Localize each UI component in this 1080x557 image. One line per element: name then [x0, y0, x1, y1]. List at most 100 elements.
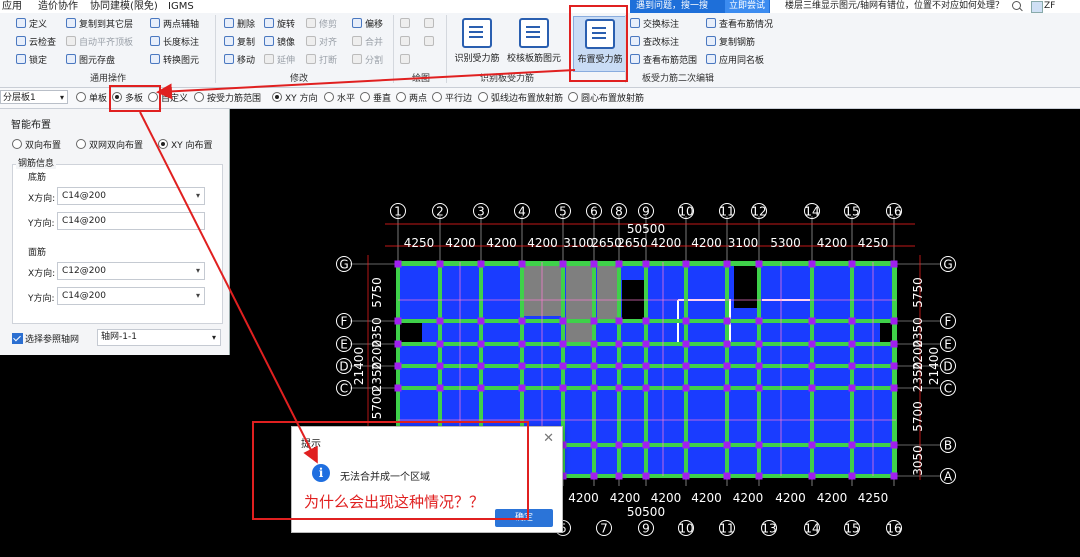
define-button[interactable]: 定义 — [16, 18, 47, 31]
view-rebar-layout-button[interactable]: 查看布筋情况 — [706, 18, 773, 31]
column-node — [682, 317, 690, 325]
dialog-title: 提示 — [301, 439, 321, 450]
top-y-field[interactable]: C14@200 ▾ — [57, 287, 205, 305]
mode-double-net[interactable]: 双网双向布置 — [76, 138, 143, 151]
auto-flush-slab-button[interactable]: 自动平齐顶板 — [66, 36, 133, 49]
column-node — [394, 340, 402, 348]
reference-axis-select[interactable]: 轴网-1-1 — [97, 329, 221, 346]
menu-igms[interactable]: IGMS — [168, 0, 194, 13]
option-parallel-edge[interactable]: 平行边 — [432, 92, 472, 105]
draw-line-button[interactable] — [400, 36, 413, 49]
mirror-button[interactable]: 镜像 — [264, 36, 295, 49]
column-node — [615, 362, 623, 370]
copy-button[interactable]: 复制 — [224, 36, 255, 49]
top-dim: 3100 — [563, 236, 594, 250]
copy-rebar-icon — [706, 36, 716, 46]
lock-button[interactable]: 锁定 — [16, 54, 47, 67]
try-now-button[interactable]: 立即尝试 — [725, 0, 770, 13]
save-element-button[interactable]: 图元存盘 — [66, 54, 115, 67]
check-slab-rebar-button[interactable]: 校核板筋图元 — [505, 16, 563, 64]
right-axis-C-label: C — [944, 382, 952, 396]
extend-button[interactable]: 延伸 — [264, 54, 295, 67]
option-multi-slab[interactable]: 多板 — [112, 92, 143, 105]
column-node — [848, 441, 856, 449]
chevron-down-icon: ▾ — [195, 191, 200, 200]
swap-icon — [630, 18, 640, 28]
swap-label-button[interactable]: 交换标注 — [630, 18, 679, 31]
option-center-radial[interactable]: 圆心布置放射筋 — [568, 92, 644, 105]
apply-same-slab-button[interactable]: 应用同名板 — [706, 54, 764, 67]
mirror-icon — [264, 36, 274, 46]
cloud-check-button[interactable]: 云检查 — [16, 36, 56, 49]
layer-select[interactable]: 分层板1 — [0, 90, 68, 105]
right-dim: 5700 — [911, 401, 925, 432]
break-button[interactable]: 打断 — [306, 54, 337, 67]
bottom-y-field[interactable]: C14@200 — [57, 212, 205, 230]
identify-rebar-button[interactable]: 识别受力筋 — [452, 16, 502, 64]
option-by-rebar-range[interactable]: 按受力筋范围 — [194, 92, 261, 105]
search-icon[interactable] — [1012, 1, 1021, 10]
bottom-axis-10-label: 10 — [678, 522, 693, 536]
reference-axis-label: 选择参照轴网 — [25, 335, 80, 345]
option-xy-direction[interactable]: XY 方向 — [272, 92, 318, 105]
option-two-point[interactable]: 两点 — [396, 92, 427, 105]
radio-icon — [76, 139, 86, 149]
option-arc-radial[interactable]: 弧线边布置放射筋 — [478, 92, 563, 105]
copy-to-other-floor-button[interactable]: 复制到其它层 — [66, 18, 133, 31]
two-point-aux-axis-button[interactable]: 两点辅轴 — [150, 18, 199, 31]
rectangle-icon — [424, 36, 434, 46]
align-button[interactable]: 对齐 — [306, 36, 337, 49]
rotate-button[interactable]: 旋转 — [264, 18, 295, 31]
close-icon[interactable]: ✕ — [543, 431, 554, 446]
copy-rebar-button[interactable]: 复制钢筋 — [706, 36, 755, 49]
mode-bidirectional[interactable]: 双向布置 — [12, 138, 61, 151]
option-vertical[interactable]: 垂直 — [360, 92, 391, 105]
top-axis-9-label: 9 — [642, 205, 650, 219]
delete-button[interactable]: 删除 — [224, 18, 255, 31]
draw-circle-button[interactable] — [424, 18, 437, 31]
ok-button[interactable]: 确定 — [495, 509, 553, 527]
length-dimension-button[interactable]: 长度标注 — [150, 36, 199, 49]
edit-label-button[interactable]: 查改标注 — [630, 36, 679, 49]
draw-arc-button[interactable] — [400, 54, 413, 67]
top-x-field[interactable]: C12@200 ▾ — [57, 262, 205, 280]
option-custom[interactable]: 自定义 — [148, 92, 188, 105]
bottom-axis-7-label: 7 — [600, 522, 608, 536]
menu-cost-collab[interactable]: 造价协作 — [38, 0, 78, 13]
circle-icon — [424, 18, 434, 28]
merge-button[interactable]: 合并 — [352, 36, 383, 49]
column-node — [436, 384, 444, 392]
reference-axis-checkbox[interactable] — [12, 333, 23, 344]
menu-collab-modeling[interactable]: 协同建模(限免) — [90, 0, 158, 13]
move-button[interactable]: 移动 — [224, 54, 255, 67]
view-rebar-range-button[interactable]: 查看布筋范围 — [630, 54, 697, 67]
faq-link[interactable]: 楼层三维显示图元/轴网有错位，位置不对应如何处理？ — [785, 0, 1004, 13]
draw-rect-button[interactable] — [424, 36, 437, 49]
cloud-check-icon — [16, 36, 26, 46]
menu-app[interactable]: 应用 — [2, 0, 22, 13]
split-button[interactable]: 分割 — [352, 54, 383, 67]
rebar-info-label: 钢筋信息 — [16, 156, 57, 169]
option-single-slab[interactable]: 单板 — [76, 92, 107, 105]
copy-floor-icon — [66, 18, 76, 28]
draw-point-button[interactable] — [400, 18, 413, 31]
apply-same-icon — [706, 54, 716, 64]
convert-icon — [150, 54, 160, 64]
bottom-x-field[interactable]: C14@200 ▾ — [57, 187, 205, 205]
avatar[interactable] — [1031, 1, 1043, 13]
offset-button[interactable]: 偏移 — [352, 18, 383, 31]
column-node — [723, 384, 731, 392]
column-node — [682, 260, 690, 268]
align-icon — [306, 36, 316, 46]
column-node — [590, 317, 598, 325]
option-horizontal[interactable]: 水平 — [324, 92, 355, 105]
right-axis-B-label: B — [944, 439, 952, 453]
top-axis-1-label: 1 — [394, 205, 402, 219]
mode-xy[interactable]: XY 向布置 — [158, 138, 213, 151]
trim-button[interactable]: 修剪 — [306, 18, 337, 31]
help-search-hint[interactable]: 遇到问题，搜一搜 — [636, 0, 708, 13]
place-rebar-button[interactable]: 布置受力筋 — [573, 16, 627, 72]
column-node — [808, 260, 816, 268]
column-node — [723, 317, 731, 325]
convert-element-button[interactable]: 转换图元 — [150, 54, 199, 67]
